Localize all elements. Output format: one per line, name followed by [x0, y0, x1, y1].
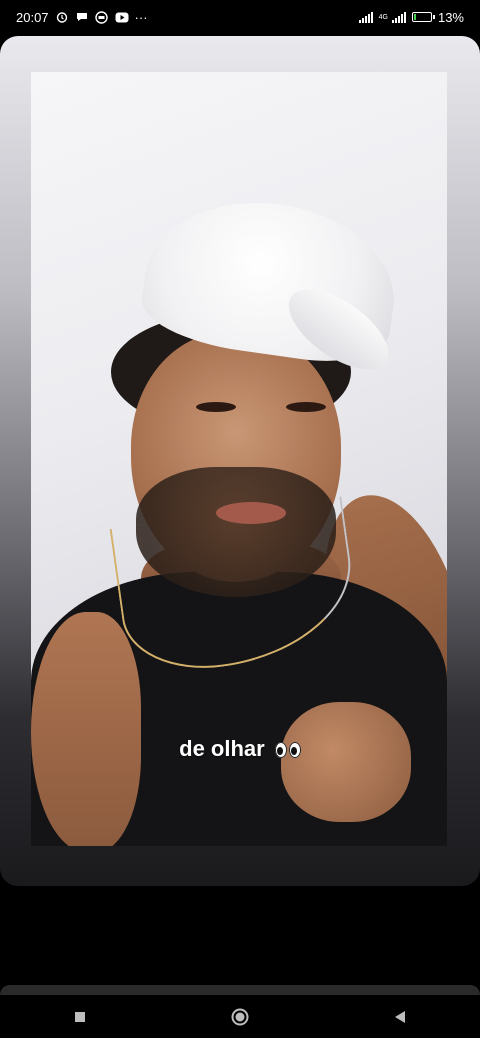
story-caption: de olhar [0, 736, 480, 762]
chat-icon [75, 10, 89, 24]
youtube-icon [115, 10, 129, 24]
right-eye [286, 402, 326, 412]
navigation-bar [0, 995, 480, 1038]
home-circle-icon[interactable] [220, 997, 260, 1037]
story-card[interactable]: de olhar [0, 36, 480, 886]
recents-square-icon[interactable] [60, 997, 100, 1037]
more-notifications: ··· [134, 9, 148, 25]
status-bar: 20:07 ··· 4G 13% [0, 0, 480, 34]
left-arm [31, 612, 141, 846]
bottom-sheet-edge[interactable] [0, 985, 480, 995]
pointing-hand [281, 702, 411, 822]
messenger-icon [95, 10, 109, 24]
signal-icon [358, 11, 373, 23]
story-photo [31, 72, 447, 846]
back-triangle-icon[interactable] [380, 997, 420, 1037]
eyes-emoji-icon [274, 742, 301, 759]
status-right: 4G 13% [358, 9, 464, 25]
alarm-icon [55, 10, 69, 24]
caption-text: de olhar [179, 736, 265, 761]
battery-icon [411, 12, 435, 22]
network-type: 4G [378, 13, 388, 21]
status-left: 20:07 ··· [16, 10, 148, 25]
clock: 20:07 [16, 9, 49, 25]
left-eye [196, 402, 236, 412]
battery-percent: 13% [437, 9, 464, 25]
signal-icon-2 [391, 11, 406, 23]
